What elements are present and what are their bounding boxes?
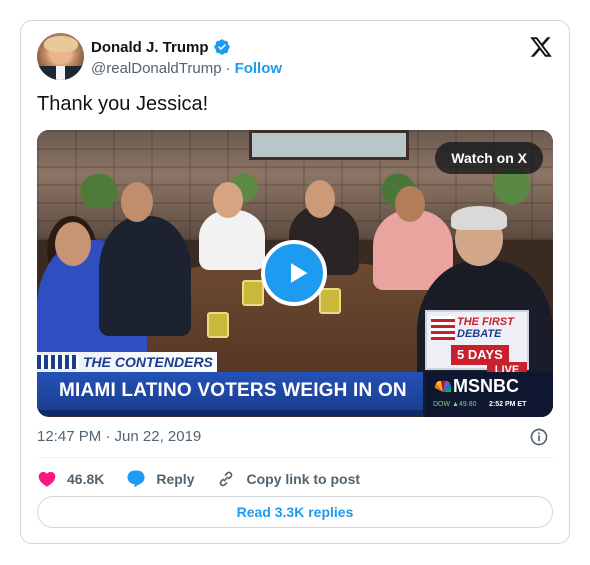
play-button[interactable] [261, 240, 327, 306]
divider [37, 457, 553, 458]
post-actions: 46.8K Reply Copy link to post [37, 466, 382, 492]
author-name-row: Donald J. Trump [91, 38, 231, 56]
panelist-6-hair [451, 206, 507, 230]
reply-label: Reply [156, 471, 195, 487]
separator-dot: · [225, 60, 231, 77]
reply-button[interactable]: Reply [126, 469, 194, 489]
watch-on-x-button[interactable]: Watch on X [435, 142, 543, 174]
broadcast-time: 2:52 PM ET [489, 401, 527, 408]
info-icon[interactable] [529, 427, 549, 447]
panelist-3 [199, 210, 265, 270]
headline-strip [37, 410, 423, 416]
like-count: 46.8K [67, 471, 105, 487]
panelist-3-head [213, 182, 243, 218]
avatar[interactable] [37, 33, 84, 80]
play-icon [291, 263, 308, 283]
network-bug: MSNBC DOW ▲49.80 2:52 PM ET [425, 372, 553, 417]
author-handle-row: @realDonaldTrump · Follow [91, 60, 282, 77]
follow-button[interactable]: Follow [235, 60, 283, 77]
x-logo-icon[interactable] [529, 35, 553, 59]
like-button[interactable]: 46.8K [37, 469, 104, 489]
segment-title-text: THE CONTENDERS [83, 354, 213, 370]
avatar-hair [44, 36, 78, 52]
post-text: Thank you Jessica! [37, 93, 209, 115]
panelist-2 [99, 216, 191, 336]
panelist-1-head [55, 222, 91, 266]
copy-link-label: Copy link to post [246, 471, 361, 487]
table-cup [207, 312, 229, 338]
video-player[interactable]: Watch on X THE FIRST DEBATE 5 DAYS LIVE … [37, 130, 553, 417]
author-name[interactable]: Donald J. Trump [91, 39, 209, 56]
link-icon [220, 471, 233, 487]
panelist-4-head [305, 180, 335, 218]
video-window [249, 130, 409, 160]
network-name: MSNBC [453, 376, 519, 396]
news-headline: MIAMI LATINO VOTERS WEIGH IN ON TRUMP [37, 372, 423, 410]
avatar-shirt [56, 66, 65, 80]
verified-badge-icon [213, 39, 230, 55]
table-cup [319, 288, 341, 314]
stripes-decoration [37, 355, 79, 369]
read-replies-button[interactable]: Read 3.3K replies [37, 496, 553, 528]
reply-bubble-icon [127, 470, 145, 488]
market-ticker: DOW ▲49.80 [433, 401, 477, 408]
heart-icon [38, 471, 56, 487]
flag-icon [431, 316, 455, 340]
post-timestamp[interactable]: 12:47 PM · Jun 22, 2019 [37, 428, 201, 445]
panelist-2-head [121, 182, 153, 222]
video-plants [37, 168, 553, 208]
debate-line-1: THE FIRST [457, 316, 514, 328]
copy-link-button[interactable]: Copy link to post [216, 469, 360, 489]
embedded-post-card: Donald J. Trump @realDonaldTrump · Follo… [20, 20, 570, 544]
panelist-5-head [395, 186, 425, 222]
peacock-logo-icon [434, 380, 452, 392]
debate-line-2: DEBATE [457, 328, 502, 340]
table-cup [242, 280, 264, 306]
segment-title: THE CONTENDERS [37, 352, 217, 372]
author-handle[interactable]: @realDonaldTrump [91, 60, 222, 77]
